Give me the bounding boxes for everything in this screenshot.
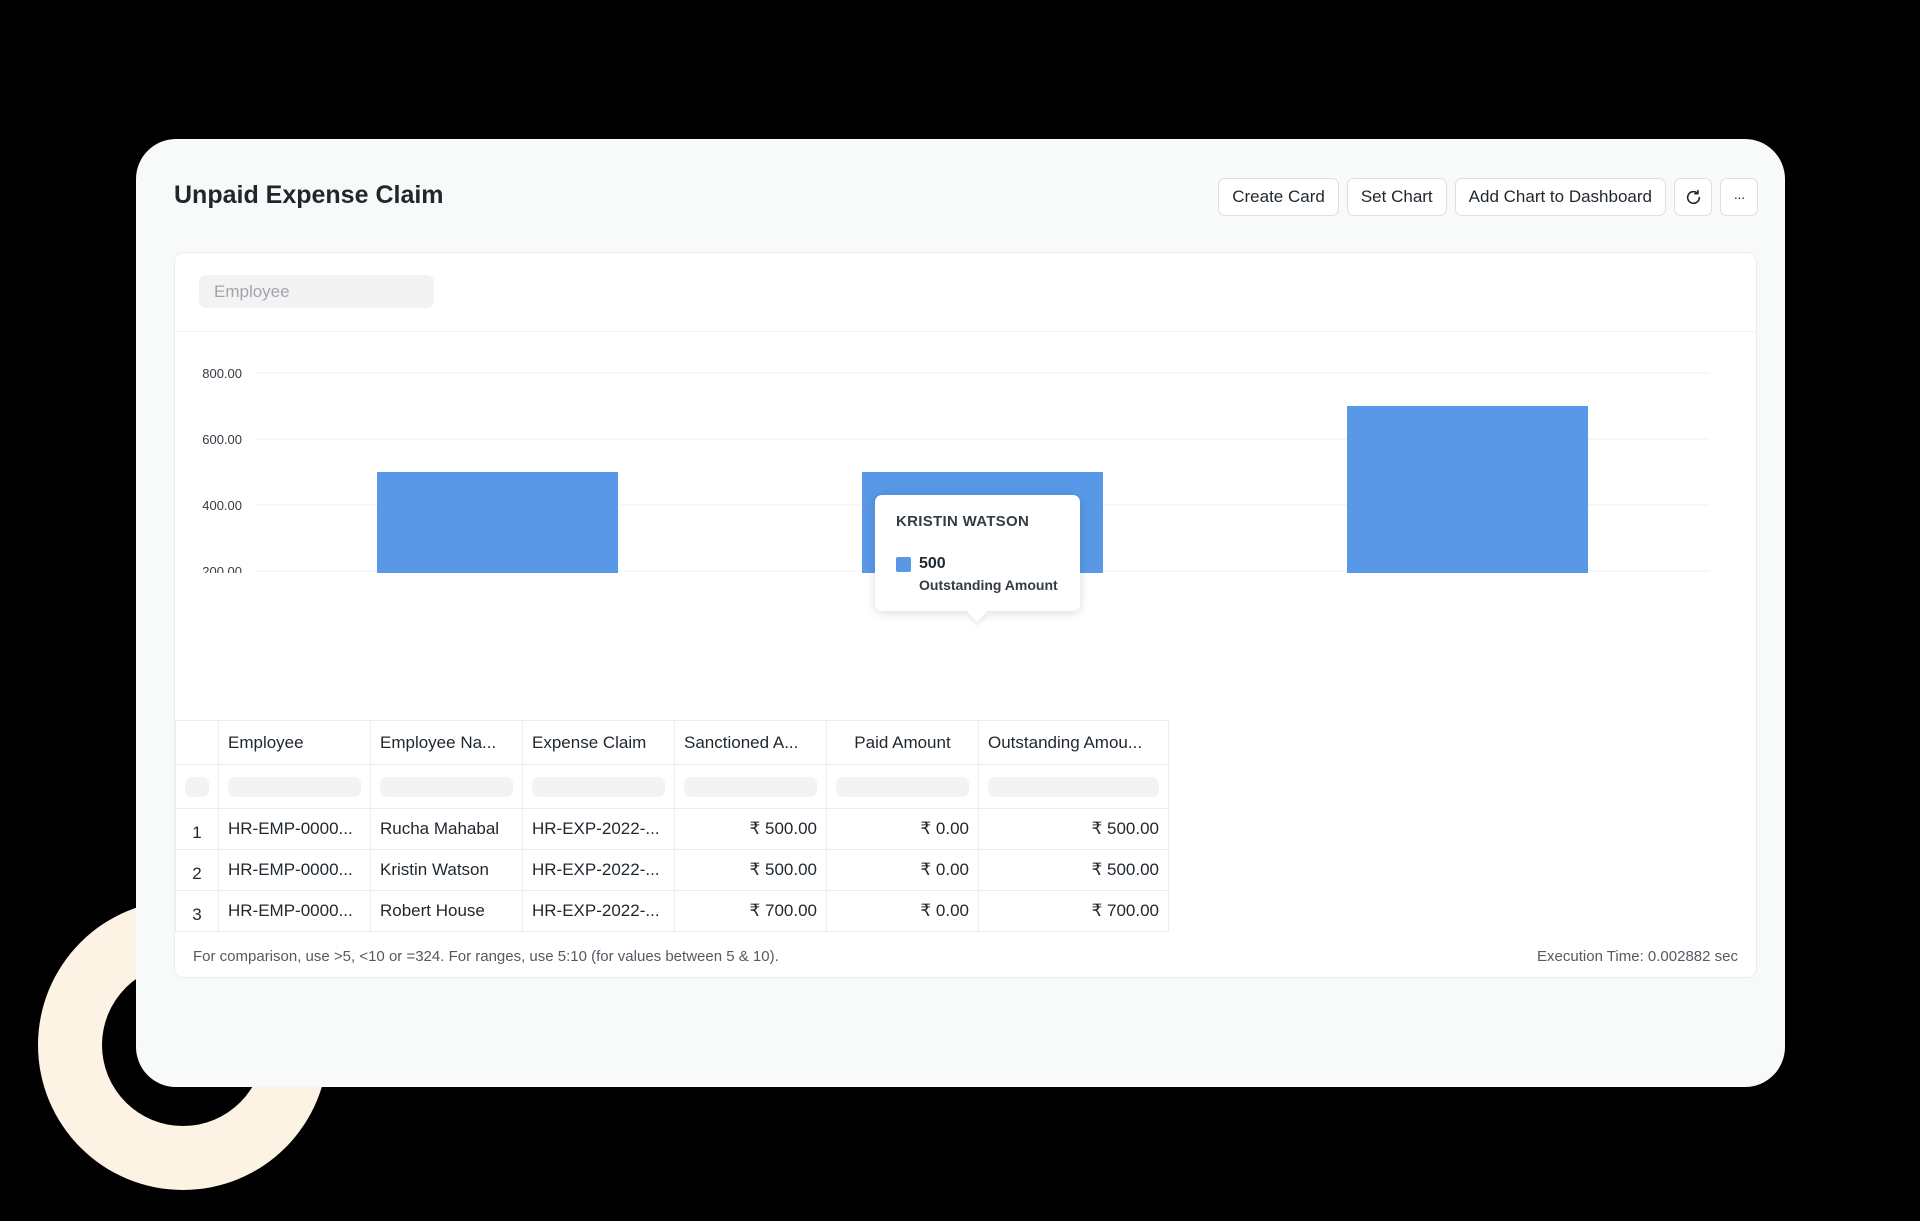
tooltip-title: KRISTIN WATSON [896, 513, 1030, 530]
filter-cell-employee-name[interactable] [370, 764, 523, 809]
cell-sanctioned-amount[interactable]: ₹ 700.00 [674, 890, 827, 932]
chart-tooltip: KRISTIN WATSON 500 Outstanding Amount [875, 495, 1080, 611]
cell-employee[interactable]: HR-EMP-0000... [218, 849, 371, 891]
report-window: Unpaid Expense Claim Create Card Set Cha… [136, 139, 1785, 1087]
cell-sanctioned-amount[interactable]: ₹ 500.00 [674, 808, 827, 850]
column-header-index [175, 720, 219, 765]
cell-paid-amount[interactable]: ₹ 0.00 [826, 890, 979, 932]
column-header-outstanding-amount[interactable]: Outstanding Amou... [978, 720, 1169, 765]
column-header-sanctioned-amount[interactable]: Sanctioned A... [674, 720, 827, 765]
filter-cell-outstanding-amount[interactable] [978, 764, 1169, 809]
filter-cell-expense-claim[interactable] [522, 764, 675, 809]
page-actions: Create Card Set Chart Add Chart to Dashb… [1218, 178, 1758, 216]
y-tick-label: 200.00 [202, 564, 242, 573]
ellipsis-icon: ··· [1733, 189, 1746, 205]
filter-bar: Employee [175, 253, 1756, 332]
table-filter-row [175, 764, 1169, 809]
filter-cell-paid-amount[interactable] [826, 764, 979, 809]
tooltip-swatch [896, 557, 911, 572]
report-panel: Employee 0200.00400.00600.00800.00Rucha … [174, 252, 1757, 978]
set-chart-button[interactable]: Set Chart [1346, 178, 1447, 216]
cell-paid-amount[interactable]: ₹ 0.00 [826, 808, 979, 850]
cell-employee[interactable]: HR-EMP-0000... [218, 890, 371, 932]
employee-filter-input[interactable]: Employee [199, 275, 434, 308]
cell-expense-claim[interactable]: HR-EXP-2022-... [522, 890, 675, 932]
cell-employee-name[interactable]: Rucha Mahabal [370, 808, 523, 850]
filter-help-note: For comparison, use >5, <10 or =324. For… [193, 948, 779, 965]
filter-cell-employee[interactable] [218, 764, 371, 809]
cell-sanctioned-amount[interactable]: ₹ 500.00 [674, 849, 827, 891]
cell-outstanding-amount[interactable]: ₹ 500.00 [978, 849, 1169, 891]
more-options-button[interactable]: ··· [1720, 178, 1758, 216]
cell-expense-claim[interactable]: HR-EXP-2022-... [522, 849, 675, 891]
cell-paid-amount[interactable]: ₹ 0.00 [826, 849, 979, 891]
tooltip-value: 500 [919, 555, 946, 572]
cell-outstanding-amount[interactable]: ₹ 500.00 [978, 808, 1169, 850]
tooltip-label: Outstanding Amount [919, 577, 1058, 593]
column-header-paid-amount[interactable]: Paid Amount [826, 720, 979, 765]
refresh-icon [1686, 189, 1700, 204]
cell-outstanding-amount[interactable]: ₹ 700.00 [978, 890, 1169, 932]
report-table: Employee Employee Na... Expense Claim Sa… [175, 720, 1169, 932]
filter-cell-index [175, 764, 219, 809]
table-row[interactable]: 1 HR-EMP-0000... Rucha Mahabal HR-EXP-20… [175, 808, 1169, 850]
y-tick-label: 800.00 [202, 366, 242, 381]
y-tick-label: 400.00 [202, 498, 242, 513]
cell-employee-name[interactable]: Kristin Watson [370, 849, 523, 891]
employee-filter-placeholder: Employee [214, 281, 290, 301]
row-index: 3 [175, 890, 219, 932]
cell-expense-claim[interactable]: HR-EXP-2022-... [522, 808, 675, 850]
cell-employee[interactable]: HR-EMP-0000... [218, 808, 371, 850]
bar [1347, 406, 1588, 573]
row-index: 2 [175, 849, 219, 891]
filter-cell-sanctioned-amount[interactable] [674, 764, 827, 809]
bar [377, 472, 618, 573]
page-title: Unpaid Expense Claim [174, 181, 444, 209]
execution-time: Execution Time: 0.002882 sec [1537, 948, 1738, 965]
create-card-button[interactable]: Create Card [1218, 178, 1339, 216]
table-row[interactable]: 2 HR-EMP-0000... Kristin Watson HR-EXP-2… [175, 849, 1169, 891]
table-row[interactable]: 3 HR-EMP-0000... Robert House HR-EXP-202… [175, 890, 1169, 932]
refresh-button[interactable] [1674, 178, 1712, 216]
y-tick-label: 600.00 [202, 432, 242, 447]
add-chart-to-dashboard-button[interactable]: Add Chart to Dashboard [1454, 178, 1666, 216]
column-header-expense-claim[interactable]: Expense Claim [522, 720, 675, 765]
cell-employee-name[interactable]: Robert House [370, 890, 523, 932]
column-header-employee-name[interactable]: Employee Na... [370, 720, 523, 765]
row-index: 1 [175, 808, 219, 850]
table-header-row: Employee Employee Na... Expense Claim Sa… [175, 720, 1169, 765]
column-header-employee[interactable]: Employee [218, 720, 371, 765]
